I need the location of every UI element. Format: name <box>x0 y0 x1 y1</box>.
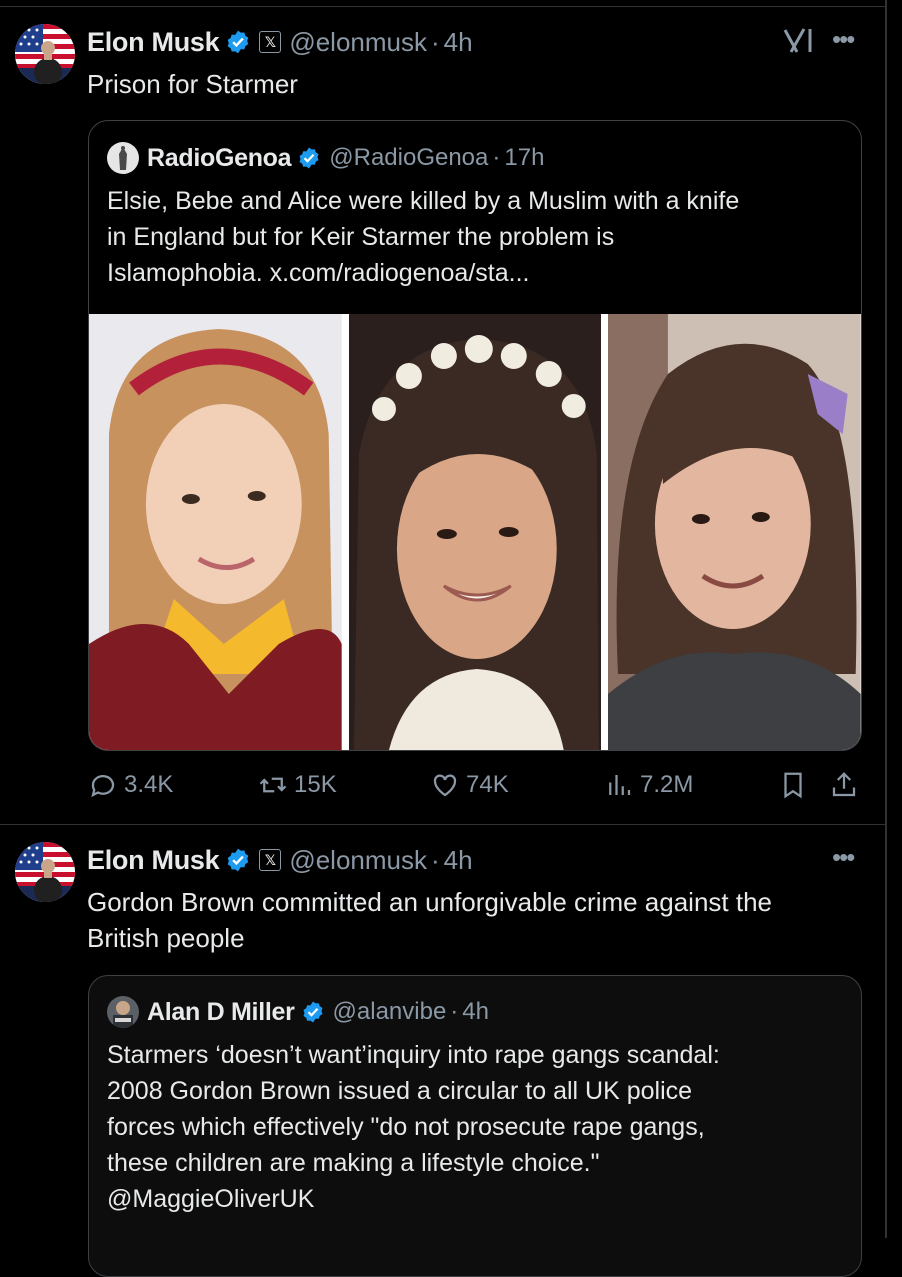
author-name[interactable]: Elon Musk <box>87 27 220 58</box>
quote-text-line: 2008 Gordon Brown issued a circular to a… <box>107 1077 693 1105</box>
photo-grid[interactable] <box>89 314 861 750</box>
repost-count: 15K <box>294 771 337 798</box>
quote-author-handle[interactable]: @RadioGenoa <box>329 144 488 172</box>
verified-badge-icon <box>228 30 249 54</box>
quote-text-line: these children are making a lifestyle ch… <box>107 1149 600 1177</box>
quote-mention[interactable]: @MaggieOliverUK <box>107 1181 847 1217</box>
dot-separator: · <box>450 998 459 1025</box>
quote-avatar[interactable] <box>107 996 139 1028</box>
tweet-text: Gordon Brown committed an unforgivable c… <box>87 884 867 956</box>
share-icon <box>832 772 856 797</box>
quote-time[interactable]: 4h <box>462 998 489 1026</box>
avatar[interactable] <box>15 842 75 902</box>
tweet-text-line: Gordon Brown committed an unforgivable c… <box>87 887 773 917</box>
quote-text-line: in England but for Keir Starmer the prob… <box>107 223 615 251</box>
quote-author-handle[interactable]: @alanvibe <box>333 998 447 1026</box>
author-name[interactable]: Elon Musk <box>87 845 220 876</box>
quoted-tweet[interactable]: Alan D Miller @alanvibe · 4h Starmers ‘d… <box>88 975 862 1277</box>
quote-text: Starmers ‘doesn’t want’inquiry into rape… <box>107 1037 847 1217</box>
quote-text-line: Islamophobia. x.com/radiogenoa/sta... <box>107 259 530 287</box>
verified-badge-icon <box>303 1001 323 1023</box>
author-handle[interactable]: @elonmusk <box>289 27 427 58</box>
share-button[interactable] <box>829 770 865 800</box>
quote-time[interactable]: 17h <box>504 144 544 172</box>
girl-photo-flower-crown[interactable] <box>348 314 602 750</box>
quote-header: Alan D Miller @alanvibe · 4h <box>107 996 489 1028</box>
verified-badge-icon <box>228 848 249 872</box>
like-button[interactable]: 74K <box>430 770 509 800</box>
dot-separator: · <box>431 26 440 57</box>
author-handle[interactable]: @elonmusk <box>289 845 427 876</box>
tweet[interactable]: Elon Musk 𝕏 @elonmusk · 4h ••• Prison fo… <box>0 0 885 824</box>
bookmark-button[interactable] <box>778 770 814 800</box>
dot-separator: · <box>492 144 501 171</box>
reply-count: 3.4K <box>124 771 174 798</box>
like-icon <box>433 774 457 797</box>
tweet[interactable]: Elon Musk 𝕏 @elonmusk · 4h ••• Gordon Br… <box>0 825 885 1277</box>
reply-icon <box>91 775 115 798</box>
quote-text-line: forces which effectively "do not prosecu… <box>107 1113 705 1141</box>
avatar[interactable] <box>15 24 75 84</box>
tweet-actions: 3.4K 15K 74K 7.2M <box>88 770 863 806</box>
tweet-header: Elon Musk 𝕏 @elonmusk · 4h <box>87 25 473 59</box>
quote-text: Elsie, Bebe and Alice were killed by a M… <box>107 183 847 291</box>
girl-photo-red-headband[interactable] <box>89 314 342 750</box>
timeline-border <box>885 0 887 1238</box>
bookmark-icon <box>784 772 802 799</box>
girl-photo-grey-top[interactable] <box>608 314 861 750</box>
tweet-header: Elon Musk 𝕏 @elonmusk · 4h <box>87 843 473 877</box>
views-button[interactable]: 7.2M <box>604 770 693 800</box>
dot-separator: · <box>431 844 440 875</box>
tweet-time[interactable]: 4h <box>444 27 473 58</box>
repost-button[interactable]: 15K <box>258 770 337 800</box>
views-icon <box>609 775 631 795</box>
quote-avatar[interactable] <box>107 142 139 174</box>
views-count: 7.2M <box>640 771 694 798</box>
quote-author-name[interactable]: Alan D Miller <box>147 998 295 1027</box>
tweet-text-line: British people <box>87 923 245 953</box>
more-icon[interactable]: ••• <box>832 24 855 55</box>
x-affiliate-icon: 𝕏 <box>259 31 282 53</box>
quote-author-name[interactable]: RadioGenoa <box>147 144 292 173</box>
like-count: 74K <box>466 771 509 798</box>
quote-text-line: Starmers ‘doesn’t want’inquiry into rape… <box>107 1041 720 1069</box>
quote-text-line: Elsie, Bebe and Alice were killed by a M… <box>107 187 740 215</box>
grok-icon[interactable] <box>782 26 816 56</box>
more-icon[interactable]: ••• <box>832 842 855 873</box>
quote-header: RadioGenoa @RadioGenoa · 17h <box>107 142 544 174</box>
repost-icon <box>259 777 287 793</box>
verified-badge-icon <box>299 147 319 169</box>
tweet-time[interactable]: 4h <box>444 845 473 876</box>
tweet-text: Prison for Starmer <box>87 69 298 99</box>
x-affiliate-icon: 𝕏 <box>259 849 282 871</box>
quoted-tweet[interactable]: RadioGenoa @RadioGenoa · 17h Elsie, Bebe… <box>88 120 862 751</box>
reply-button[interactable]: 3.4K <box>88 770 173 800</box>
